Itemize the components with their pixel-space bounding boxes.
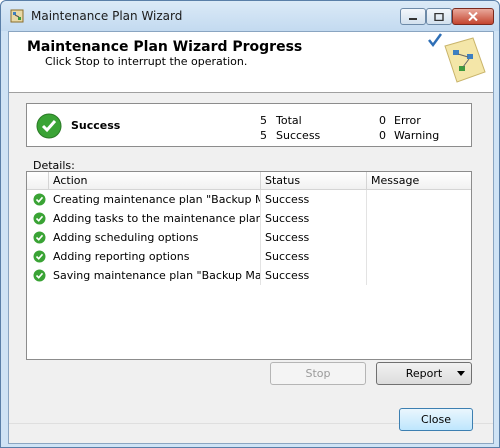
error-label: Error [394,114,421,127]
summary-panel: Success 5 Total 5 Success 0 Error 0 Warn… [26,103,472,147]
success-check-icon [33,250,46,263]
total-count: 5 [260,114,267,127]
details-grid[interactable]: Action Status Message Creating maintenan… [26,171,472,360]
success-check-icon [36,113,62,139]
table-row[interactable]: Adding scheduling options Success [27,228,471,247]
table-row[interactable]: Adding tasks to the maintenance plan Suc… [27,209,471,228]
action-cell: Adding tasks to the maintenance plan [49,209,261,228]
table-row[interactable]: Saving maintenance plan "Backup Mait... … [27,266,471,285]
success-check-icon [33,193,46,206]
success-check-icon [33,269,46,282]
status-cell: Success [261,266,367,285]
message-cell [367,266,471,285]
warning-label: Warning [394,129,440,142]
action-cell: Adding scheduling options [49,228,261,247]
status-cell: Success [261,190,367,209]
column-header-action[interactable]: Action [49,172,261,189]
stop-button[interactable]: Stop [270,362,366,385]
wizard-app-icon [10,9,24,23]
dropdown-arrow-icon [457,371,465,376]
title-bar[interactable]: Maintenance Plan Wizard [1,1,499,31]
message-cell [367,190,471,209]
wizard-header: Maintenance Plan Wizard Progress Click S… [9,32,493,93]
error-count: 0 [379,114,386,127]
success-check-icon [33,231,46,244]
page-subtitle: Click Stop to interrupt the operation. [45,55,248,68]
table-row[interactable]: Creating maintenance plan "Backup Ma... … [27,190,471,209]
total-label: Total [276,114,302,127]
success-check-icon [33,212,46,225]
column-header-message[interactable]: Message [367,172,471,189]
warning-count: 0 [379,129,386,142]
close-button[interactable]: Close [399,408,473,431]
report-button[interactable]: Report [376,362,472,385]
page-title: Maintenance Plan Wizard Progress [27,39,303,55]
maximize-button[interactable] [426,8,452,25]
status-cell: Success [261,247,367,266]
action-cell: Saving maintenance plan "Backup Mait... [49,266,261,285]
success-label: Success [276,129,321,142]
minimize-icon [409,17,417,20]
wizard-window: Maintenance Plan Wizard Maintenance Plan… [0,0,500,448]
table-row[interactable]: Adding reporting options Success [27,247,471,266]
message-cell [367,247,471,266]
action-cell: Creating maintenance plan "Backup Ma... [49,190,261,209]
maximize-icon [434,12,444,21]
close-icon [468,12,478,21]
minimize-button[interactable] [400,8,426,25]
action-cell: Adding reporting options [49,247,261,266]
status-cell: Success [261,228,367,247]
close-window-button[interactable] [452,8,494,25]
wizard-client-area: Maintenance Plan Wizard Progress Click S… [8,31,494,444]
summary-status: Success [71,119,121,132]
column-header-status[interactable]: Status [261,172,367,189]
grid-header-icon-col [27,172,49,189]
success-count: 5 [260,129,267,142]
status-cell: Success [261,209,367,228]
report-button-label: Report [405,367,443,380]
window-title: Maintenance Plan Wizard [31,9,183,23]
message-cell [367,228,471,247]
flowchart-check-icon [428,33,486,83]
grid-header: Action Status Message [27,172,471,190]
message-cell [367,209,471,228]
